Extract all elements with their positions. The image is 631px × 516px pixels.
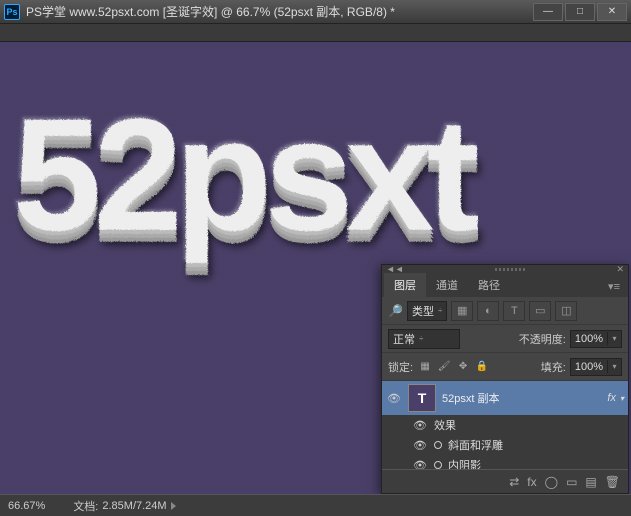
opacity-value: 100% bbox=[571, 331, 607, 347]
zoom-level[interactable]: 66.67% bbox=[8, 500, 45, 512]
filter-pixel-icon[interactable]: ▦ bbox=[451, 301, 473, 321]
filter-type-select[interactable]: 类型 ÷ bbox=[407, 301, 447, 321]
panel-grip[interactable]: ◄◄ ✕ bbox=[382, 265, 628, 273]
filter-adjust-icon[interactable]: ◐ bbox=[477, 301, 499, 321]
chevron-down-icon: ▾ bbox=[607, 360, 621, 373]
layer-thumbnail[interactable]: T bbox=[408, 384, 436, 412]
lock-all-icon[interactable]: 🔒 bbox=[474, 359, 490, 375]
new-group-icon[interactable]: ▭ bbox=[566, 475, 577, 489]
layers-panel: ◄◄ ✕ 图层 通道 路径 ▾≡ 🔎 类型 ÷ ▦ ◐ T ▭ ◫ 正常 ÷ 不… bbox=[381, 264, 629, 494]
chevron-down-icon: ÷ bbox=[438, 306, 442, 315]
doc-size-label: 文档: bbox=[73, 498, 98, 514]
effect-inner-shadow[interactable]: 👁 内阴影 bbox=[382, 455, 628, 469]
effect-name: 内阴影 bbox=[448, 457, 481, 469]
fill-value: 100% bbox=[571, 359, 607, 375]
panel-menu-icon[interactable]: ▾≡ bbox=[602, 276, 626, 297]
arrow-right-icon[interactable] bbox=[171, 502, 176, 510]
blend-mode-value: 正常 bbox=[393, 331, 415, 347]
effect-name: 斜面和浮雕 bbox=[448, 437, 503, 453]
lock-buttons: ▦ 🖌 ✥ 🔒 bbox=[417, 359, 490, 375]
link-layers-icon[interactable]: ⇄ bbox=[509, 475, 519, 489]
filter-row: 🔎 类型 ÷ ▦ ◐ T ▭ ◫ bbox=[382, 297, 628, 325]
app-icon: Ps bbox=[4, 4, 20, 20]
chevron-down-icon: ▾ bbox=[620, 394, 624, 403]
fx-badge[interactable]: fx ▾ bbox=[607, 392, 624, 404]
effect-bevel[interactable]: 👁 斜面和浮雕 bbox=[382, 435, 628, 455]
visibility-icon[interactable]: 👁 bbox=[412, 439, 428, 452]
filter-smart-icon[interactable]: ◫ bbox=[555, 301, 577, 321]
layer-row[interactable]: 👁 T 52psxt 副本 fx ▾ bbox=[382, 381, 628, 415]
layers-list: 👁 T 52psxt 副本 fx ▾ 👁 效果 👁 斜面和浮雕 👁 内阴影 bbox=[382, 381, 628, 469]
maximize-button[interactable]: □ bbox=[565, 3, 595, 21]
layer-style-icon[interactable]: fx bbox=[527, 475, 536, 489]
visibility-icon[interactable]: 👁 bbox=[412, 419, 428, 432]
blend-row: 正常 ÷ 不透明度: 100% ▾ bbox=[382, 325, 628, 353]
tab-layers[interactable]: 图层 bbox=[384, 273, 426, 297]
opacity-input[interactable]: 100% ▾ bbox=[570, 330, 622, 348]
lock-pixels-icon[interactable]: 🖌 bbox=[436, 359, 452, 375]
effects-label: 效果 bbox=[434, 417, 456, 433]
tab-paths[interactable]: 路径 bbox=[468, 273, 510, 297]
lock-row: 锁定: ▦ 🖌 ✥ 🔒 填充: 100% ▾ bbox=[382, 353, 628, 381]
document-title: PS学堂 www.52psxt.com [圣诞字效] @ 66.7% (52ps… bbox=[26, 3, 533, 20]
delete-layer-icon[interactable]: 🗑 bbox=[605, 475, 620, 489]
close-button[interactable]: ✕ bbox=[597, 3, 627, 21]
chevron-down-icon: ÷ bbox=[419, 334, 423, 343]
minimize-button[interactable]: — bbox=[533, 3, 563, 21]
filter-text-icon[interactable]: T bbox=[503, 301, 525, 321]
filter-type-label: 类型 bbox=[412, 303, 434, 319]
lock-transparency-icon[interactable]: ▦ bbox=[417, 359, 433, 375]
opacity-label: 不透明度: bbox=[519, 331, 566, 347]
lock-position-icon[interactable]: ✥ bbox=[455, 359, 471, 375]
effect-bullet-icon bbox=[434, 441, 442, 449]
search-icon[interactable]: 🔎 bbox=[388, 304, 403, 318]
chevron-down-icon: ▾ bbox=[607, 332, 621, 345]
layer-mask-icon[interactable]: ◯ bbox=[545, 475, 558, 489]
fill-input[interactable]: 100% ▾ bbox=[570, 358, 622, 376]
title-bar: Ps PS学堂 www.52psxt.com [圣诞字效] @ 66.7% (5… bbox=[0, 0, 631, 24]
lock-label: 锁定: bbox=[388, 359, 413, 375]
effects-header[interactable]: 👁 效果 bbox=[382, 415, 628, 435]
window-controls: — □ ✕ bbox=[533, 3, 627, 21]
filter-shape-icon[interactable]: ▭ bbox=[529, 301, 551, 321]
canvas-text: 52psxt bbox=[0, 82, 471, 266]
status-bar: 66.67% 文档: 2.85M/7.24M bbox=[0, 494, 631, 516]
panel-tab-strip: 图层 通道 路径 ▾≡ bbox=[382, 273, 628, 297]
visibility-icon[interactable]: 👁 bbox=[386, 392, 402, 405]
options-bar bbox=[0, 24, 631, 42]
layer-name[interactable]: 52psxt 副本 bbox=[442, 390, 601, 406]
doc-size-value: 2.85M/7.24M bbox=[102, 500, 166, 512]
panel-footer: ⇄ fx ◯ ▭ ▤ 🗑 bbox=[382, 469, 628, 493]
fill-label: 填充: bbox=[541, 359, 566, 375]
tab-channels[interactable]: 通道 bbox=[426, 273, 468, 297]
blend-mode-select[interactable]: 正常 ÷ bbox=[388, 329, 460, 349]
new-layer-icon[interactable]: ▤ bbox=[585, 475, 596, 489]
visibility-icon[interactable]: 👁 bbox=[412, 459, 428, 470]
grip-icon bbox=[495, 268, 525, 271]
effect-bullet-icon bbox=[434, 461, 442, 469]
